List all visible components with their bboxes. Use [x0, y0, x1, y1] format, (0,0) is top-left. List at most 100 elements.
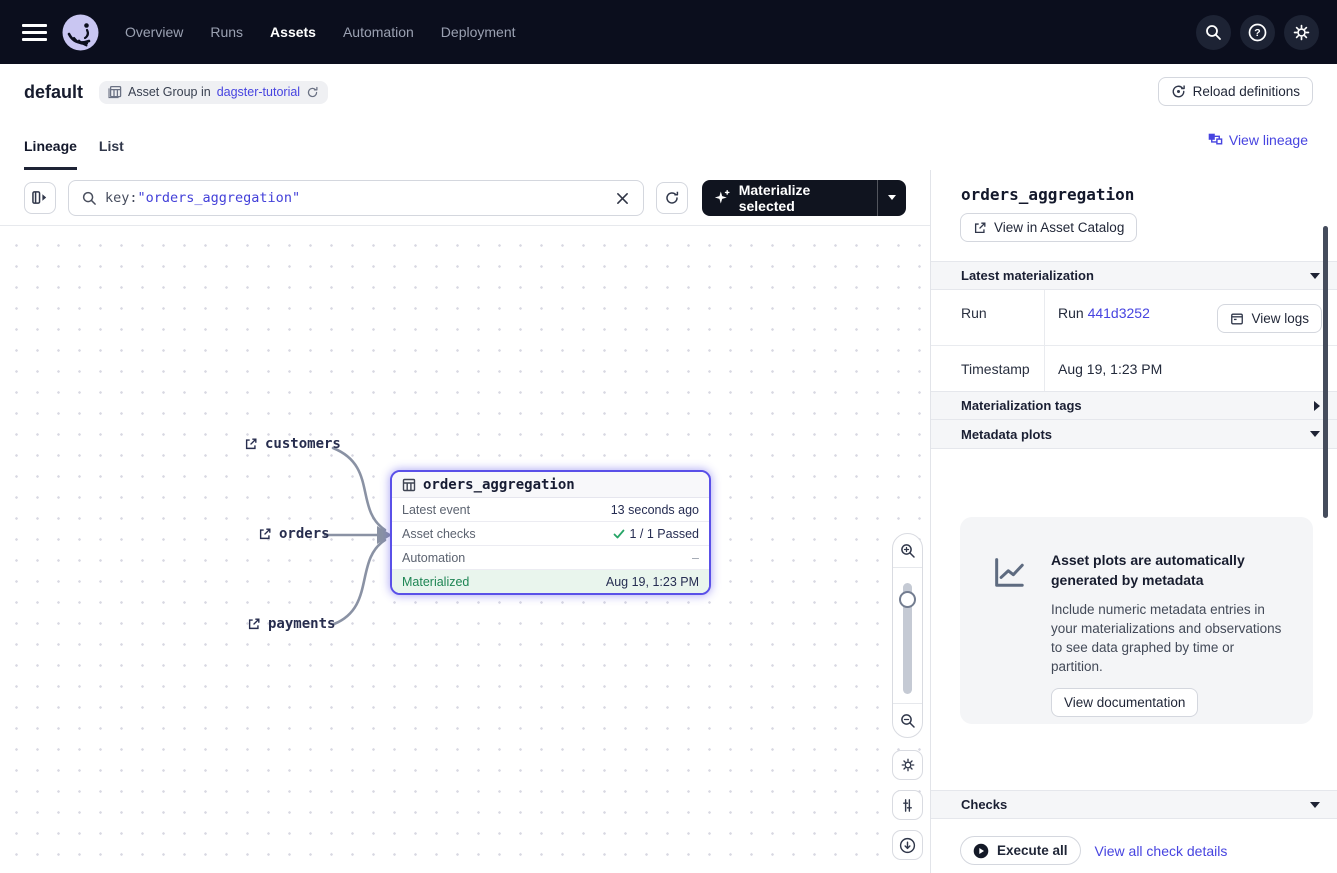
main-content: key:"orders_aggregation" Mater: [0, 170, 1337, 873]
search-icon: [1205, 24, 1222, 41]
refresh-icon: [306, 86, 319, 99]
asset-node-orders[interactable]: orders: [258, 526, 330, 542]
play-circle-icon: [973, 843, 989, 859]
gear-icon: [900, 757, 916, 773]
nav-item-overview[interactable]: Overview: [125, 24, 183, 40]
search-button[interactable]: [1196, 15, 1231, 50]
badge-repo-link[interactable]: dagster-tutorial: [217, 85, 300, 99]
tab-list[interactable]: List: [99, 138, 124, 170]
timestamp-value: Aug 19, 1:23 PM: [1044, 346, 1337, 391]
section-metadata-plots[interactable]: Metadata plots: [931, 420, 1337, 449]
section-checks[interactable]: Checks: [931, 790, 1337, 819]
materialize-selected-button[interactable]: Materialize selected: [702, 180, 906, 216]
zoom-in-icon: [900, 543, 916, 559]
plots-card-title: Asset plots are automatically generated …: [1051, 550, 1287, 591]
execute-all-label: Execute all: [997, 843, 1068, 858]
asset-name: payments: [268, 616, 335, 632]
top-nav: Overview Runs Assets Automation Deployme…: [0, 0, 1337, 64]
app-root: Overview Runs Assets Automation Deployme…: [0, 0, 1337, 873]
view-documentation-label: View documentation: [1064, 695, 1185, 710]
graph-filters-button[interactable]: [892, 790, 923, 820]
view-in-catalog-label: View in Asset Catalog: [994, 220, 1124, 235]
asset-search-input[interactable]: key:"orders_aggregation": [68, 180, 644, 216]
asset-detail-panel: orders_aggregation View in Asset Catalog…: [931, 170, 1337, 873]
section-label: Materialization tags: [961, 398, 1082, 413]
nav-item-automation[interactable]: Automation: [343, 24, 414, 40]
table-icon: [402, 478, 416, 492]
checks-footer: Execute all View all check details: [960, 836, 1337, 865]
table-icon: [108, 85, 122, 99]
clear-search-button[interactable]: [612, 188, 634, 210]
arrow-down-circle-icon: [899, 837, 916, 854]
lineage-canvas[interactable]: customers orders payments: [0, 226, 930, 873]
external-link-icon: [973, 221, 987, 235]
asset-name: orders: [279, 526, 330, 542]
nav-item-deployment[interactable]: Deployment: [441, 24, 516, 40]
run-id-link[interactable]: 441d3252: [1088, 305, 1150, 321]
plots-card-text: Asset plots are automatically generated …: [1051, 550, 1287, 724]
reload-definitions-label: Reload definitions: [1193, 84, 1300, 99]
settings-button[interactable]: [1284, 15, 1319, 50]
zoom-out-icon: [900, 713, 916, 729]
section-label: Checks: [961, 797, 1007, 812]
refresh-graph-button[interactable]: [656, 182, 688, 214]
zoom-slider[interactable]: [893, 568, 922, 703]
plots-card-body: Include numeric metadata entries in your…: [1051, 600, 1287, 677]
view-documentation-button[interactable]: View documentation: [1051, 688, 1198, 717]
menu-icon[interactable]: [22, 24, 47, 41]
chevron-down-icon: [1310, 431, 1320, 437]
search-icon: [82, 191, 97, 206]
line-chart-icon: [990, 550, 1030, 724]
view-lineage-link[interactable]: View lineage: [1208, 132, 1308, 148]
svg-text:?: ?: [1254, 27, 1260, 39]
timestamp-label: Timestamp: [931, 346, 1044, 391]
section-latest-materialization[interactable]: Latest materialization: [931, 261, 1337, 290]
section-materialization-tags[interactable]: Materialization tags: [931, 391, 1337, 420]
nav-item-runs[interactable]: Runs: [210, 24, 243, 40]
asset-name: customers: [265, 436, 341, 452]
graph-settings-button[interactable]: [892, 750, 923, 780]
section-label: Latest materialization: [961, 268, 1094, 283]
execute-all-button[interactable]: Execute all: [960, 836, 1081, 865]
materialize-dropdown-button[interactable]: [878, 180, 906, 216]
sparkle-icon: [714, 189, 731, 206]
view-all-check-details-link[interactable]: View all check details: [1095, 843, 1228, 859]
help-icon: ?: [1248, 23, 1267, 42]
badge-prefix: Asset Group in: [128, 85, 211, 99]
recenter-view-button[interactable]: [892, 830, 923, 860]
zoom-slider-handle[interactable]: [899, 591, 916, 608]
node-row-latest-event: Latest event 13 seconds ago: [392, 498, 709, 522]
panel-asset-title: orders_aggregation: [961, 185, 1337, 204]
asset-node-payments[interactable]: payments: [247, 616, 335, 632]
node-row-asset-checks: Asset checks 1 / 1 Passed: [392, 522, 709, 546]
lineage-column: key:"orders_aggregation" Mater: [0, 170, 931, 873]
node-title: orders_aggregation: [423, 477, 575, 493]
external-link-icon: [244, 437, 258, 451]
help-button[interactable]: ?: [1240, 15, 1275, 50]
view-lineage-label: View lineage: [1229, 132, 1308, 148]
reload-definitions-button[interactable]: Reload definitions: [1158, 77, 1313, 106]
timestamp-row: Timestamp Aug 19, 1:23 PM: [931, 346, 1337, 391]
external-link-icon: [247, 617, 261, 631]
nav-item-assets[interactable]: Assets: [270, 24, 316, 40]
node-row-automation: Automation –: [392, 546, 709, 570]
view-logs-button[interactable]: View logs: [1217, 304, 1322, 333]
chevron-down-icon: [1310, 802, 1320, 808]
chevron-down-icon: [1310, 273, 1320, 279]
view-in-asset-catalog-button[interactable]: View in Asset Catalog: [960, 213, 1137, 242]
tab-lineage[interactable]: Lineage: [24, 138, 77, 170]
section-label: Metadata plots: [961, 427, 1052, 442]
reload-icon: [1171, 84, 1186, 99]
tabs-row: Lineage List View lineage: [0, 120, 1337, 170]
panel-scrollbar-thumb[interactable]: [1323, 226, 1328, 518]
zoom-out-button[interactable]: [893, 703, 922, 737]
run-row: Run Run 441d3252 View logs: [931, 290, 1337, 346]
dagster-logo[interactable]: [62, 14, 99, 51]
sidebar-toggle-button[interactable]: [24, 182, 56, 214]
chevron-down-icon: [888, 195, 896, 200]
materialize-label: Materialize selected: [739, 182, 864, 214]
asset-node-customers[interactable]: customers: [244, 436, 341, 452]
zoom-in-button[interactable]: [893, 534, 922, 568]
asset-node-orders-aggregation[interactable]: orders_aggregation Latest event 13 secon…: [390, 470, 711, 595]
view-logs-label: View logs: [1251, 311, 1309, 326]
